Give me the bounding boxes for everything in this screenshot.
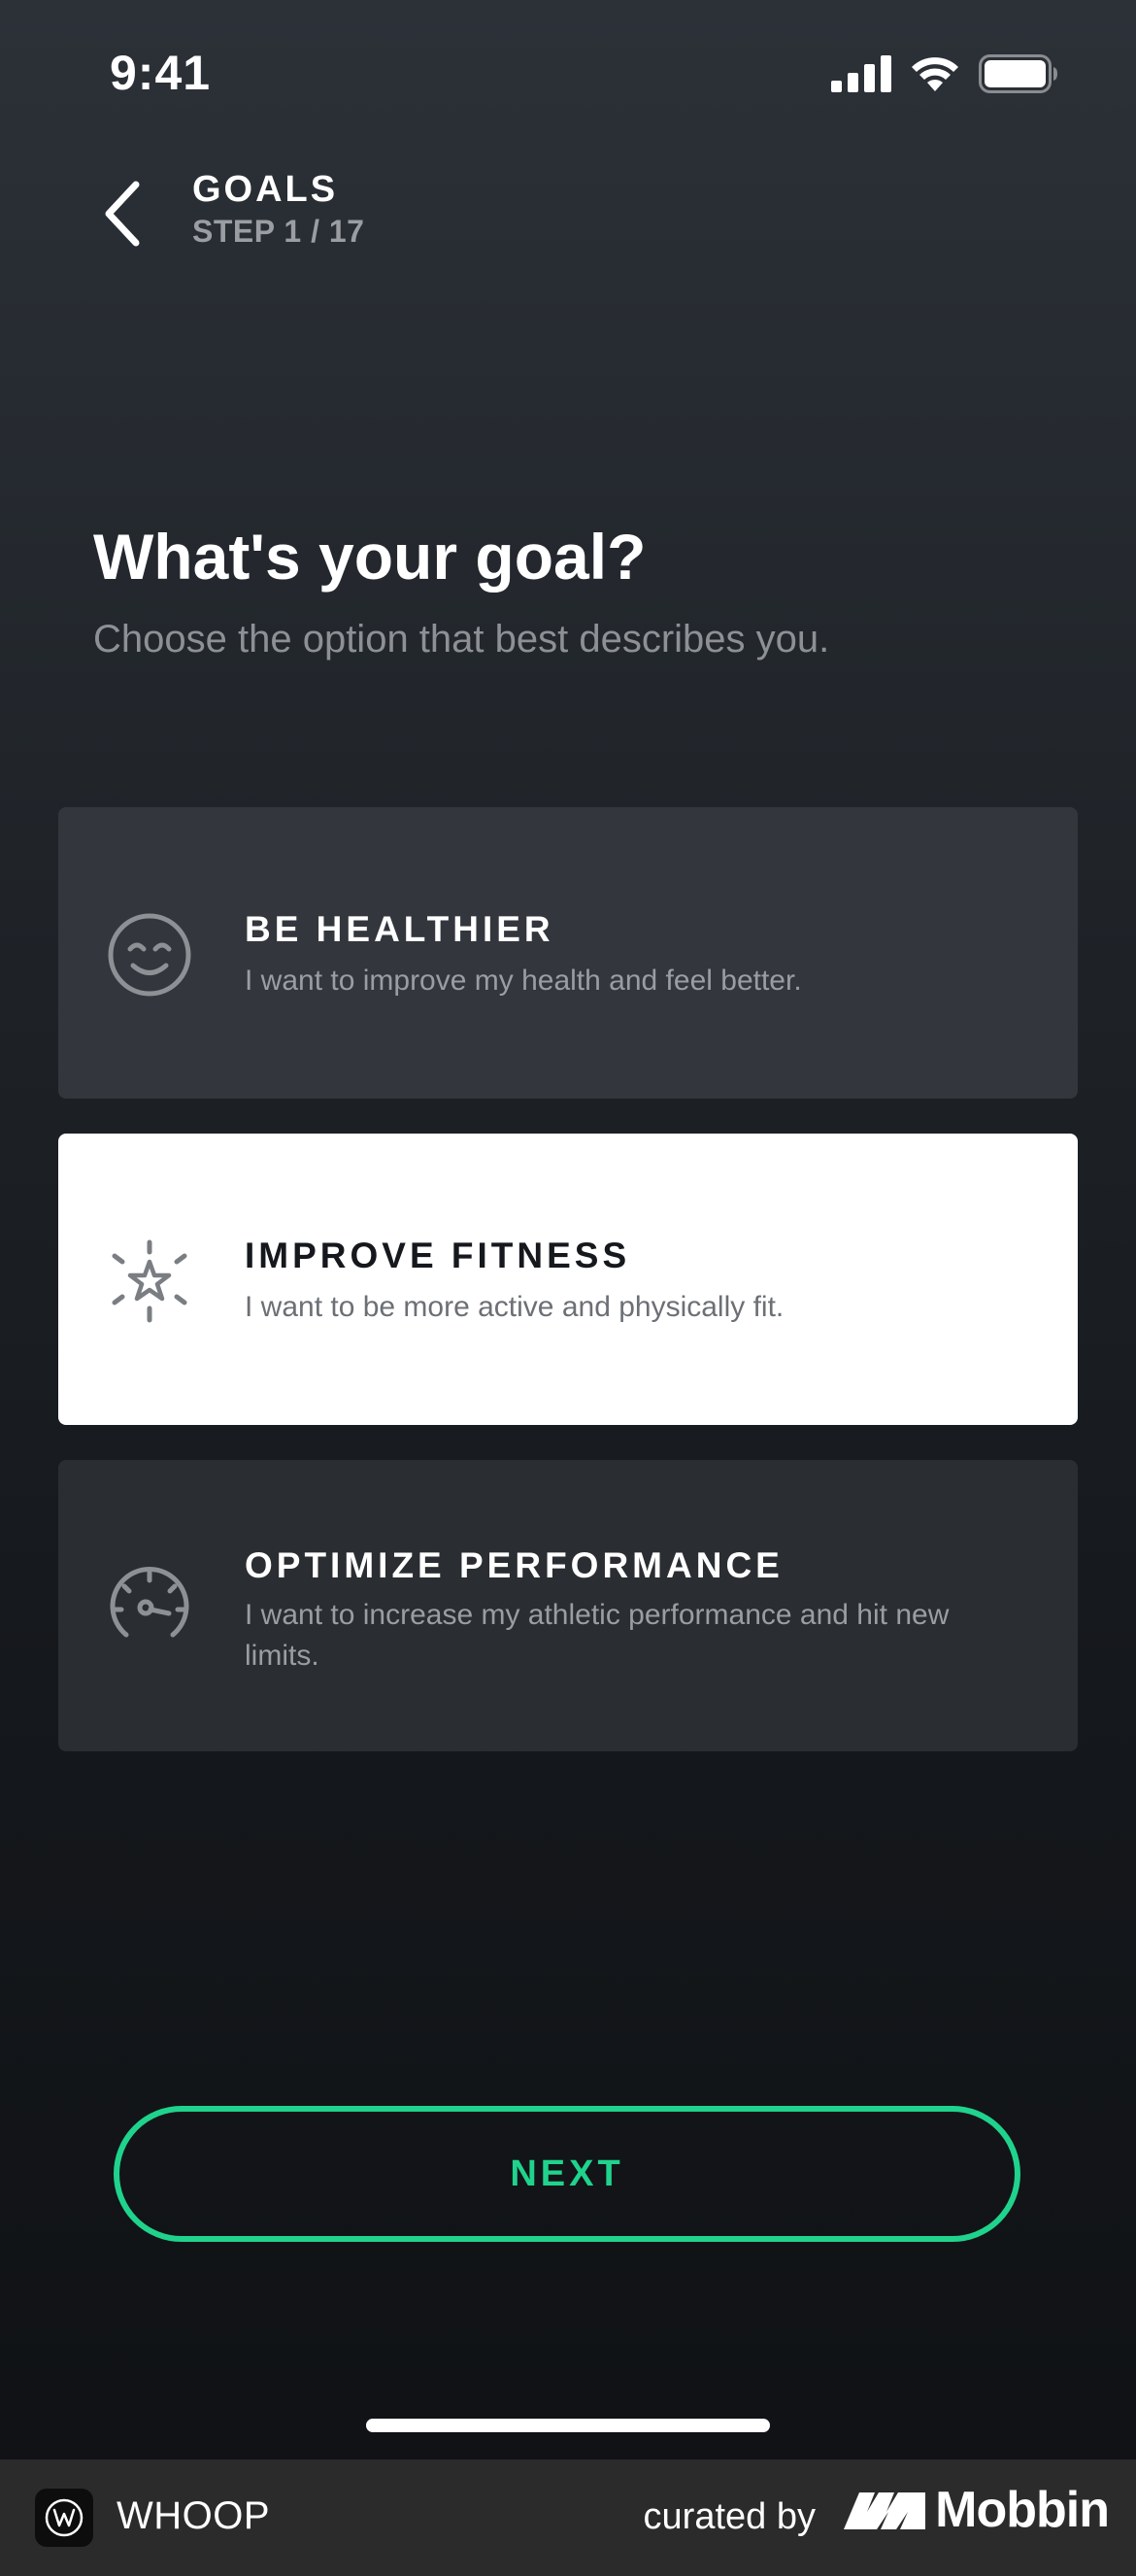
option-improve-fitness[interactable]: IMPROVE FITNESS I want to be more active… (58, 1134, 1078, 1425)
cellular-signal-icon (831, 55, 891, 92)
home-indicator[interactable] (366, 2419, 770, 2432)
option-optimize-performance[interactable]: OPTIMIZE PERFORMANCE I want to increase … (58, 1460, 1078, 1751)
question-heading: What's your goal? (93, 521, 647, 593)
footer-bar: WHOOP curated by Mobbin (0, 2459, 1136, 2576)
option-description: I want to be more active and physically … (245, 1291, 785, 1323)
smiley-face-icon (108, 913, 191, 997)
status-time: 9:41 (110, 46, 212, 100)
battery-icon (979, 54, 1057, 93)
footer-app-name: WHOOP (117, 2494, 271, 2537)
navigation-header: GOALS STEP 1 / 17 (0, 165, 1136, 262)
page-title: GOALS (192, 169, 339, 210)
mobbin-logo-icon (844, 2492, 926, 2529)
option-be-healthier[interactable]: BE HEALTHIER I want to improve my health… (58, 807, 1078, 1099)
next-button-label: NEXT (510, 2152, 624, 2194)
wifi-icon (912, 57, 958, 91)
next-button[interactable]: NEXT (114, 2106, 1020, 2242)
option-title: IMPROVE FITNESS (245, 1236, 631, 1275)
whoop-logo-icon (35, 2489, 93, 2547)
chevron-left-icon (105, 181, 140, 247)
option-title: BE HEALTHIER (245, 909, 554, 949)
option-description: I want to increase my athletic performan… (245, 1599, 950, 1672)
back-button[interactable] (93, 173, 151, 254)
step-indicator: STEP 1 / 17 (192, 214, 365, 249)
speedometer-gauge-icon (110, 1567, 189, 1638)
status-icons (831, 54, 1058, 93)
status-bar: 9:41 (0, 0, 1136, 146)
mobbin-brand: Mobbin (842, 2481, 1110, 2539)
sparkle-star-icon (112, 1239, 187, 1323)
question-subheading: Choose the option that best describes yo… (93, 618, 830, 661)
option-title: OPTIMIZE PERFORMANCE (245, 1545, 784, 1585)
footer-brand-name: Mobbin (935, 2482, 1110, 2538)
footer-curated-label: curated by (643, 2496, 816, 2537)
option-description: I want to improve my health and feel bet… (245, 965, 802, 997)
